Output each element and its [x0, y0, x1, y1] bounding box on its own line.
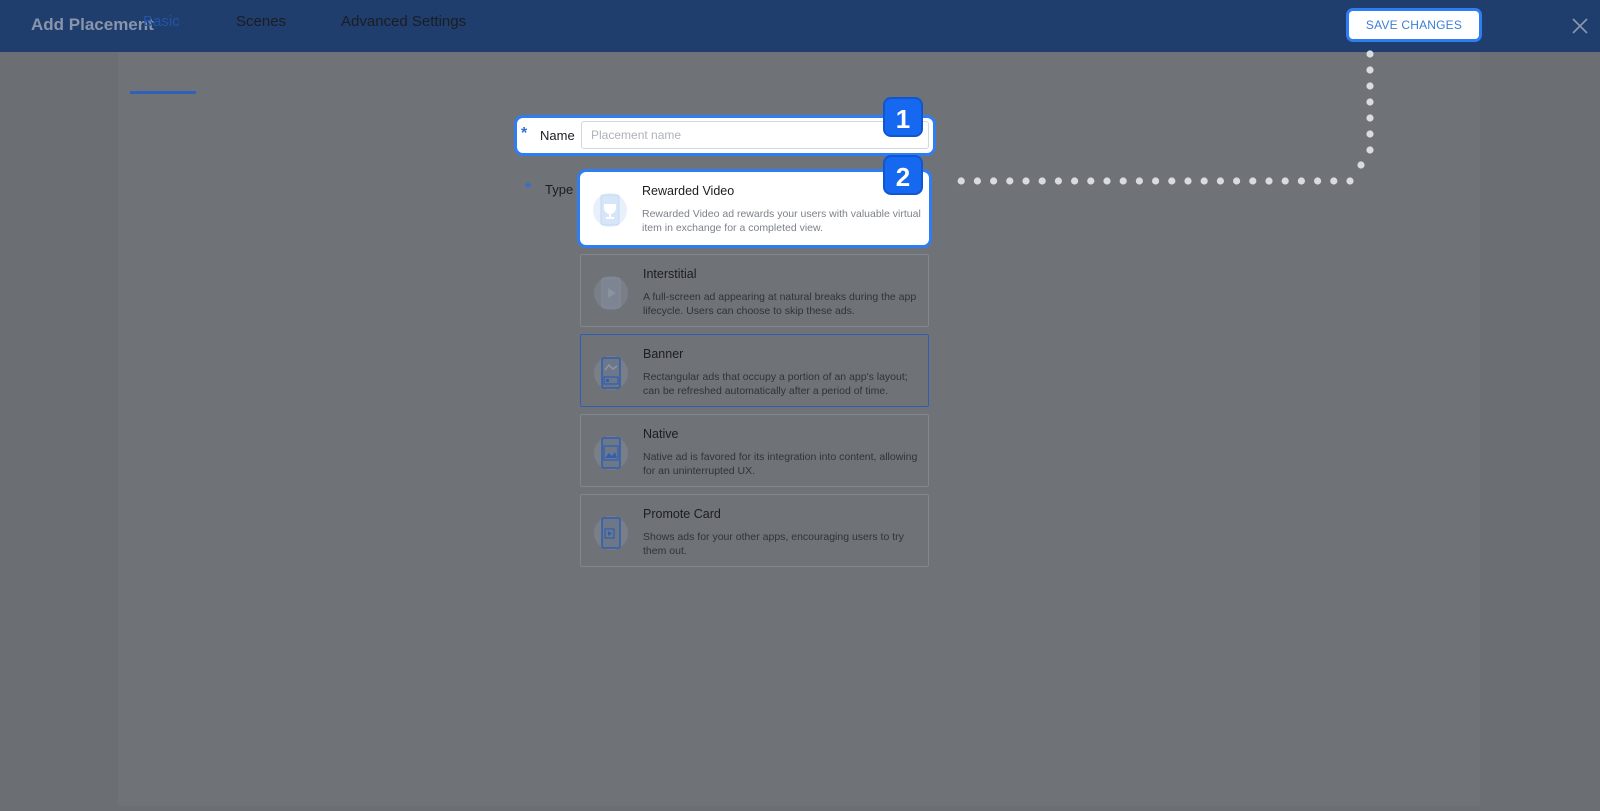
save-changes-button[interactable]: SAVE CHANGES	[1349, 11, 1479, 39]
type-option-banner[interactable]: Banner Rectangular ads that occupy a por…	[580, 334, 929, 407]
type-option-promote-card[interactable]: Promote Card Shows ads for your other ap…	[580, 494, 929, 567]
card-description: Rewarded Video ad rewards your users wit…	[642, 208, 921, 234]
step-badge-1: 1	[883, 97, 923, 137]
card-title: Interstitial	[643, 267, 697, 281]
card-description: Rectangular ads that occupy a portion of…	[643, 371, 908, 397]
type-option-interstitial[interactable]: Interstitial A full-screen ad appearing …	[580, 254, 929, 327]
step-badge-2: 2	[883, 155, 923, 195]
card-title: Banner	[643, 347, 684, 361]
card-description: A full-screen ad appearing at natural br…	[643, 291, 917, 317]
active-tab-indicator	[130, 91, 196, 94]
type-label: Type	[545, 182, 574, 197]
play-icon	[594, 276, 628, 310]
card-title: Promote Card	[643, 507, 721, 521]
type-option-native[interactable]: Native Native ad is favored for its inte…	[580, 414, 929, 487]
name-field-row: * Name	[517, 118, 933, 153]
name-label: Name	[540, 128, 575, 143]
trophy-icon	[593, 193, 627, 227]
required-mark: *	[525, 180, 532, 197]
tab-basic[interactable]: Basic	[143, 13, 180, 30]
close-icon[interactable]	[1570, 16, 1590, 36]
image-icon	[594, 436, 628, 470]
card-description: Shows ads for your other apps, encouragi…	[643, 531, 904, 557]
modal-title: Add Placement	[31, 15, 154, 34]
card-title: Rewarded Video	[642, 184, 735, 198]
banner-icon	[594, 356, 628, 390]
tab-advanced-settings[interactable]: Advanced Settings	[341, 13, 466, 30]
promote-card-icon	[594, 516, 628, 550]
required-mark: *	[521, 125, 528, 142]
card-title: Native	[643, 427, 679, 441]
type-option-rewarded-video[interactable]: Rewarded Video Rewarded Video ad rewards…	[580, 172, 929, 245]
card-description: Native ad is favored for its integration…	[643, 451, 918, 477]
tab-scenes[interactable]: Scenes	[236, 13, 286, 30]
name-input[interactable]	[581, 121, 929, 149]
